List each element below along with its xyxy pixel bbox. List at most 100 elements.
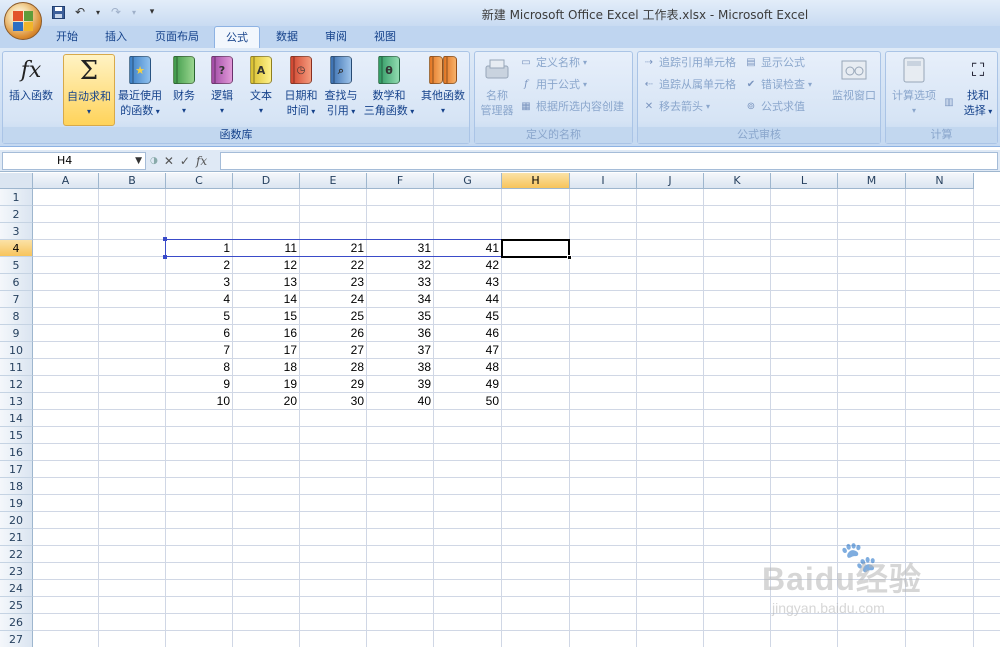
column-header-a[interactable]: A [33, 173, 99, 189]
cell-d9[interactable]: 16 [233, 325, 300, 342]
show-formulas-button[interactable]: ▤ 显示公式 [744, 54, 805, 72]
row-header-16[interactable]: 16 [0, 444, 33, 461]
column-header-h[interactable]: H [502, 173, 570, 189]
cell-e13[interactable]: 30 [300, 393, 367, 410]
cell-d12[interactable]: 19 [233, 376, 300, 393]
cell-f6[interactable]: 33 [367, 274, 434, 291]
row-header-14[interactable]: 14 [0, 410, 33, 427]
row-header-27[interactable]: 27 [0, 631, 33, 647]
expand-icon[interactable]: ◑ [150, 156, 158, 166]
row-header-13[interactable]: 13 [0, 393, 33, 410]
date-time-button[interactable]: ◷ 日期和 时间 ▾ [281, 54, 321, 124]
cell-e9[interactable]: 26 [300, 325, 367, 342]
trace-precedents-button[interactable]: ⇢ 追踪引用单元格 [642, 54, 736, 72]
active-cell-h4[interactable] [501, 239, 570, 258]
cell-d8[interactable]: 15 [233, 308, 300, 325]
row-header-18[interactable]: 18 [0, 478, 33, 495]
tab-home[interactable]: 开始 [48, 26, 86, 48]
cell-f9[interactable]: 36 [367, 325, 434, 342]
financial-button[interactable]: 财务 ▾ [167, 54, 201, 124]
office-button[interactable] [4, 2, 42, 40]
name-manager-button[interactable]: 名称 管理器 [477, 54, 517, 124]
cell-f8[interactable]: 35 [367, 308, 434, 325]
logical-button[interactable]: ? 逻辑 ▾ [205, 54, 239, 124]
cell-e7[interactable]: 24 [300, 291, 367, 308]
fill-handle[interactable] [567, 255, 572, 260]
cell-f12[interactable]: 39 [367, 376, 434, 393]
cell-f10[interactable]: 37 [367, 342, 434, 359]
row-header-21[interactable]: 21 [0, 529, 33, 546]
row-header-10[interactable]: 10 [0, 342, 33, 359]
calc-options-button[interactable]: 计算选项 ▾ [888, 54, 940, 124]
column-header-e[interactable]: E [300, 173, 367, 189]
column-header-b[interactable]: B [99, 173, 166, 189]
define-name-button[interactable]: ▭ 定义名称 ▾ [519, 54, 587, 72]
column-header-f[interactable]: F [367, 173, 434, 189]
cell-c12[interactable]: 9 [166, 376, 233, 393]
text-button[interactable]: A 文本 ▾ [243, 54, 279, 124]
cell-c11[interactable]: 8 [166, 359, 233, 376]
column-header-c[interactable]: C [166, 173, 233, 189]
row-header-7[interactable]: 7 [0, 291, 33, 308]
column-header-m[interactable]: M [838, 173, 906, 189]
more-functions-button[interactable]: 其他函数 ▾ [417, 54, 469, 124]
row-header-25[interactable]: 25 [0, 597, 33, 614]
row-header-22[interactable]: 22 [0, 546, 33, 563]
row-header-8[interactable]: 8 [0, 308, 33, 325]
cell-e8[interactable]: 25 [300, 308, 367, 325]
row-header-1[interactable]: 1 [0, 189, 33, 206]
column-header-g[interactable]: G [434, 173, 502, 189]
column-header-i[interactable]: I [570, 173, 637, 189]
error-checking-button[interactable]: ✔ 错误检查 ▾ [744, 76, 812, 94]
use-in-formula-button[interactable]: f 用于公式 ▾ [519, 76, 587, 94]
cell-c5[interactable]: 2 [166, 257, 233, 274]
row-header-26[interactable]: 26 [0, 614, 33, 631]
math-trig-button[interactable]: θ 数学和 三角函数 ▾ [361, 54, 417, 124]
cell-d13[interactable]: 20 [233, 393, 300, 410]
cell-e12[interactable]: 29 [300, 376, 367, 393]
row-header-17[interactable]: 17 [0, 461, 33, 478]
tab-review[interactable]: 审阅 [316, 26, 356, 48]
cell-d6[interactable]: 13 [233, 274, 300, 291]
name-box[interactable]: H4 ▼ [2, 152, 146, 170]
cell-c13[interactable]: 10 [166, 393, 233, 410]
cell-c7[interactable]: 4 [166, 291, 233, 308]
name-box-dropdown-icon[interactable]: ▼ [135, 153, 142, 169]
row-header-6[interactable]: 6 [0, 274, 33, 291]
trace-dependents-button[interactable]: ⇠ 追踪从属单元格 [642, 76, 736, 94]
cell-g7[interactable]: 44 [434, 291, 502, 308]
recent-functions-button[interactable]: ★ 最近使用 的函数 ▾ [115, 54, 165, 124]
column-header-k[interactable]: K [704, 173, 771, 189]
cell-g12[interactable]: 49 [434, 376, 502, 393]
cell-e10[interactable]: 27 [300, 342, 367, 359]
column-header-d[interactable]: D [233, 173, 300, 189]
evaluate-formula-button[interactable]: ⊚ 公式求值 [744, 98, 805, 116]
cell-d5[interactable]: 12 [233, 257, 300, 274]
calc-sheet-small-button[interactable]: ▥ [942, 94, 956, 112]
row-header-9[interactable]: 9 [0, 325, 33, 342]
row-header-4[interactable]: 4 [0, 240, 33, 257]
formula-input[interactable] [220, 152, 998, 170]
cell-d7[interactable]: 14 [233, 291, 300, 308]
watch-window-button[interactable]: 监视窗口 [828, 54, 880, 124]
cell-e5[interactable]: 22 [300, 257, 367, 274]
row-header-12[interactable]: 12 [0, 376, 33, 393]
row-header-11[interactable]: 11 [0, 359, 33, 376]
enter-icon[interactable]: ✓ [180, 154, 190, 168]
insert-function-button[interactable]: fx 插入函数 [5, 54, 57, 124]
cell-c9[interactable]: 6 [166, 325, 233, 342]
cell-g6[interactable]: 43 [434, 274, 502, 291]
row-header-3[interactable]: 3 [0, 223, 33, 240]
column-header-n[interactable]: N [906, 173, 974, 189]
cell-c6[interactable]: 3 [166, 274, 233, 291]
cell-g8[interactable]: 45 [434, 308, 502, 325]
row-header-23[interactable]: 23 [0, 563, 33, 580]
cell-f11[interactable]: 38 [367, 359, 434, 376]
cell-g13[interactable]: 50 [434, 393, 502, 410]
column-header-l[interactable]: L [771, 173, 838, 189]
range-handle-top-left[interactable] [163, 237, 167, 241]
cell-f13[interactable]: 40 [367, 393, 434, 410]
cell-g11[interactable]: 48 [434, 359, 502, 376]
lookup-reference-button[interactable]: ⌕ 查找与 引用 ▾ [321, 54, 361, 124]
cell-c10[interactable]: 7 [166, 342, 233, 359]
